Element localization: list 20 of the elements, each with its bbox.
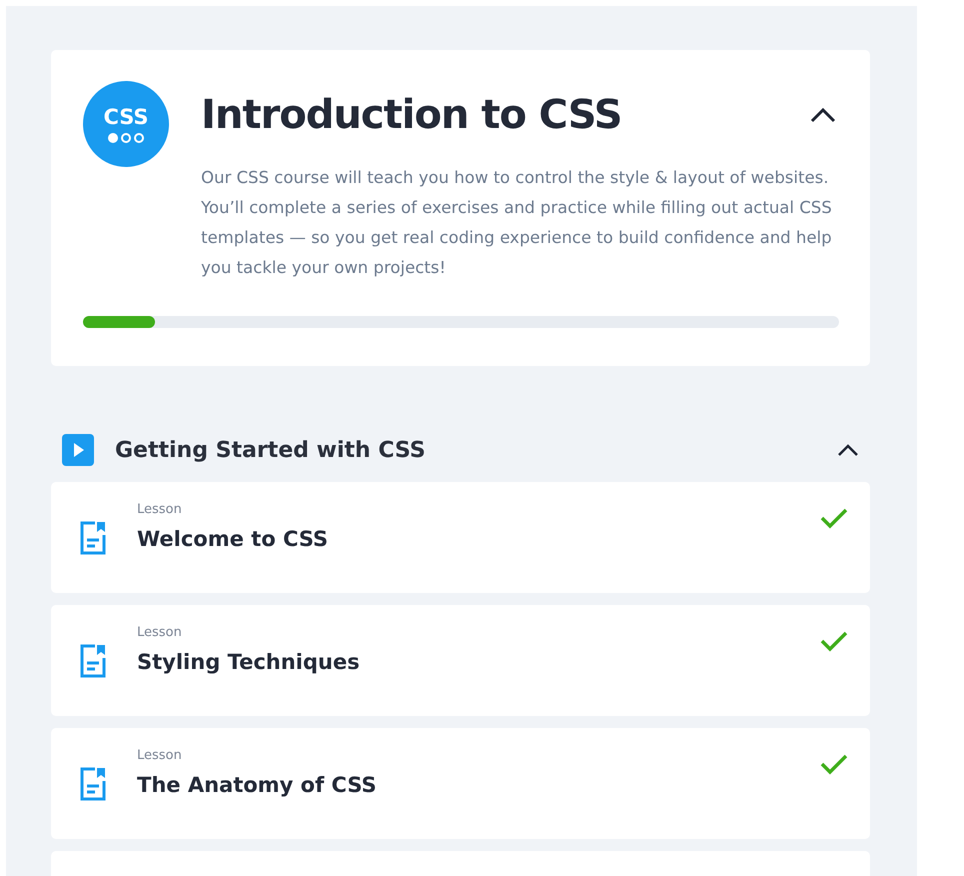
lesson-type: Lesson bbox=[137, 748, 183, 763]
lesson-type: Lesson bbox=[137, 502, 183, 517]
lesson-title: Styling Techniques bbox=[137, 650, 361, 674]
lesson-title: Welcome to CSS bbox=[137, 527, 330, 551]
logo-text: CSS bbox=[103, 104, 149, 128]
section-title: Getting Started with CSS bbox=[115, 438, 426, 462]
document-icon bbox=[80, 644, 106, 678]
course-description: Our CSS course will teach you how to control the style & layout of websites. You’ll complete a series of exercises and practice while filling out actual CSS templates — so you get real coding experience to build confidence and help you tackle your own projects! bbox=[201, 167, 833, 279]
lesson-card[interactable]: Lesson The Anatomy of CSS bbox=[51, 728, 870, 839]
document-icon bbox=[80, 521, 106, 555]
lesson-card[interactable]: Lesson Styling Techniques bbox=[51, 605, 870, 716]
course-title: Introduction to CSS bbox=[201, 92, 622, 138]
chevron-up-icon bbox=[836, 442, 860, 458]
document-icon bbox=[80, 767, 106, 801]
play-icon bbox=[62, 434, 94, 466]
lesson-title: The Anatomy of CSS bbox=[137, 773, 378, 797]
lesson-card[interactable]: Lesson Welcome to CSS bbox=[51, 482, 870, 593]
dots-icon bbox=[107, 132, 145, 144]
lesson-type: Lesson bbox=[137, 625, 183, 640]
chevron-up-icon bbox=[809, 106, 837, 124]
